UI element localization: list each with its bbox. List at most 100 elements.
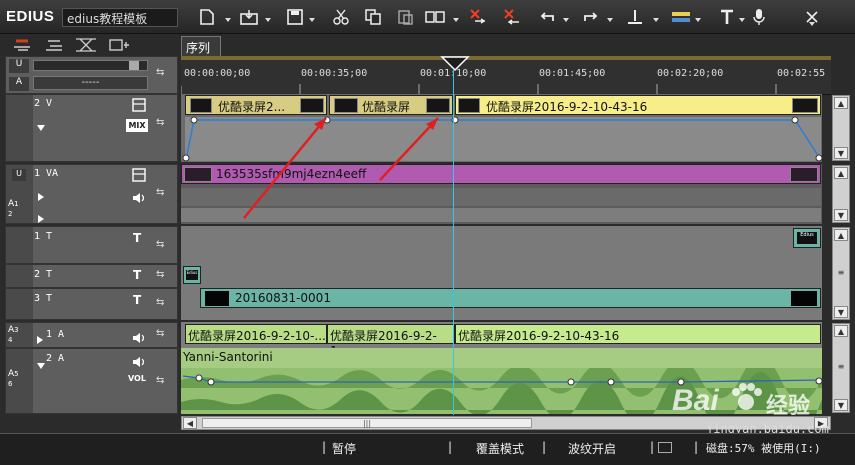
scrollbar-vertical[interactable]: ▲ ▼ [832,95,850,161]
app-logo: EDIUS [6,8,55,25]
track-header-1t[interactable]: 1 T T ⇆ [5,226,178,264]
project-name-field[interactable]: edius教程模板 [62,8,178,27]
audio-clip[interactable]: 优酷录屏2016-9-2-10-43-16 [455,324,821,344]
scrollbar-vertical[interactable]: ▲ ≡ ▼ [832,227,850,320]
ruler-tick: 00:00:35;00 [301,68,368,79]
video-display-icon[interactable] [132,167,146,182]
swap-icon[interactable]: ⇆ [156,239,164,250]
track-lock-cell[interactable] [6,289,33,319]
track-lock-cell[interactable] [6,227,33,263]
title-icon[interactable] [716,6,738,28]
chevron-down-icon[interactable] [738,16,746,24]
capture-icon[interactable] [238,6,260,28]
expand-icon[interactable] [36,355,46,369]
status-separator: | [650,440,655,454]
status-overwrite-mode[interactable]: 覆盖模式 [476,440,524,457]
track-lane-3t[interactable]: 20160831-0001 [181,288,822,320]
main-toolbar: EDIUS edius教程模板 [0,0,855,34]
effects-icon[interactable] [670,6,692,28]
audio-toggle-icon[interactable]: A [9,77,29,91]
expand-icon[interactable] [36,117,46,131]
swap-icon[interactable]: ⇆ [156,67,164,78]
title-track-icon[interactable]: T [133,231,141,245]
speaker-icon[interactable] [132,329,146,343]
track-header-2a[interactable]: A5 6 2 A VOL ⇆ [5,348,178,414]
audio-clip-header[interactable]: Yanni-Santorini [181,348,822,368]
track-lane-1a[interactable]: 优酷录屏2016-9-2-10-... 优酷录屏2016-9-2-1... 优酷… [181,322,822,358]
timeline-ruler[interactable]: 00:00:00;00 00:00:35;00 00:01:10;00 00:0… [181,56,831,95]
status-ripple-mode[interactable]: 波纹开启 [568,440,616,457]
tab-sequence[interactable]: 序列1 [181,36,221,70]
paste-icon[interactable] [394,6,416,28]
link-icon[interactable] [74,37,98,53]
title-clip[interactable]: 20160831-0001 [200,288,821,308]
audio-clip[interactable]: 优酷录屏2016-9-2-1... [327,324,455,358]
copy-icon[interactable] [362,6,384,28]
track-header-2v[interactable]: 2 V MIX ⇆ [5,94,178,162]
group-icon[interactable] [108,37,130,53]
video-display-icon[interactable] [132,97,146,112]
audio-channel-badge: A3 4 [8,325,19,344]
title-clip[interactable]: Edius [793,228,821,248]
mix-badge[interactable]: MIX [126,119,148,132]
swap-icon[interactable]: ⇆ [156,187,164,198]
undo-icon[interactable] [536,6,558,28]
timeline-header-controls: U A ----- ⇆ [5,56,178,94]
track-settings-icon[interactable] [44,37,66,53]
chevron-down-icon[interactable] [264,16,272,24]
insert-icon[interactable] [424,6,446,28]
ripple-delete-icon[interactable] [500,6,522,28]
new-icon[interactable] [196,6,218,28]
title-clip[interactable]: Edius [183,266,201,284]
track-header-1a[interactable]: A3 4 1 A ⇆ [5,322,178,348]
render-icon[interactable] [624,6,646,28]
status-separator: | [322,440,327,454]
ruler-tick: 00:02:55 [777,68,826,79]
vol-label[interactable]: VOL [128,374,146,383]
track-lane-1t[interactable]: Edius [181,226,822,264]
chevron-down-icon[interactable] [808,20,816,28]
swap-icon[interactable]: ⇆ [156,375,164,386]
chevron-down-icon[interactable] [606,16,614,24]
expand-icon[interactable] [36,209,46,223]
track-lock-cell[interactable] [6,95,33,161]
track-lane-2t[interactable]: Edius [181,264,822,288]
chevron-down-icon[interactable] [694,16,702,24]
swap-icon[interactable]: ⇆ [156,297,164,308]
redo-icon[interactable] [580,6,602,28]
playhead-icon[interactable] [440,56,470,72]
speaker-icon[interactable] [132,189,146,203]
expand-icon[interactable] [36,330,44,344]
chevron-down-icon[interactable] [562,16,570,24]
speaker-icon[interactable] [132,353,146,367]
mode-select[interactable]: ----- [33,76,148,90]
swap-icon[interactable]: ⇆ [156,117,164,128]
swap-icon[interactable]: ⇆ [156,328,164,339]
video-toggle-icon[interactable]: U [9,59,29,73]
monitor-icon[interactable] [658,442,672,453]
title-track-icon[interactable]: T [133,293,141,307]
cut-icon[interactable] [330,6,352,28]
sync-lock-icon[interactable] [12,37,34,53]
chevron-down-icon[interactable] [452,16,460,24]
audio-clip[interactable]: 优酷录屏2016-9-2-10-... [185,324,327,344]
expand-icon[interactable] [36,187,46,201]
track-header-1va[interactable]: U A1 2 1 VA ⇆ [5,164,178,224]
track-name: 2 V [34,98,53,109]
chevron-down-icon[interactable] [652,16,660,24]
track-lock-cell[interactable] [6,265,33,287]
audio-channel-badge: A5 6 [8,369,19,388]
track-header-3t[interactable]: 3 T T ⇆ [5,288,178,320]
voiceover-icon[interactable] [748,6,770,28]
save-icon[interactable] [284,6,306,28]
track-name: 2 A [46,353,65,364]
track-header-2t[interactable]: 2 T T ⇆ [5,264,178,288]
scrollbar-vertical[interactable]: ▲ ▼ [832,165,850,223]
swap-icon[interactable]: ⇆ [156,269,164,280]
delete-marker-icon[interactable] [466,6,488,28]
chevron-down-icon[interactable] [224,16,232,24]
video-toggle-icon[interactable]: U [12,169,26,181]
zoom-slider[interactable] [33,60,148,71]
title-track-icon[interactable]: T [133,268,141,282]
chevron-down-icon[interactable] [308,16,316,24]
